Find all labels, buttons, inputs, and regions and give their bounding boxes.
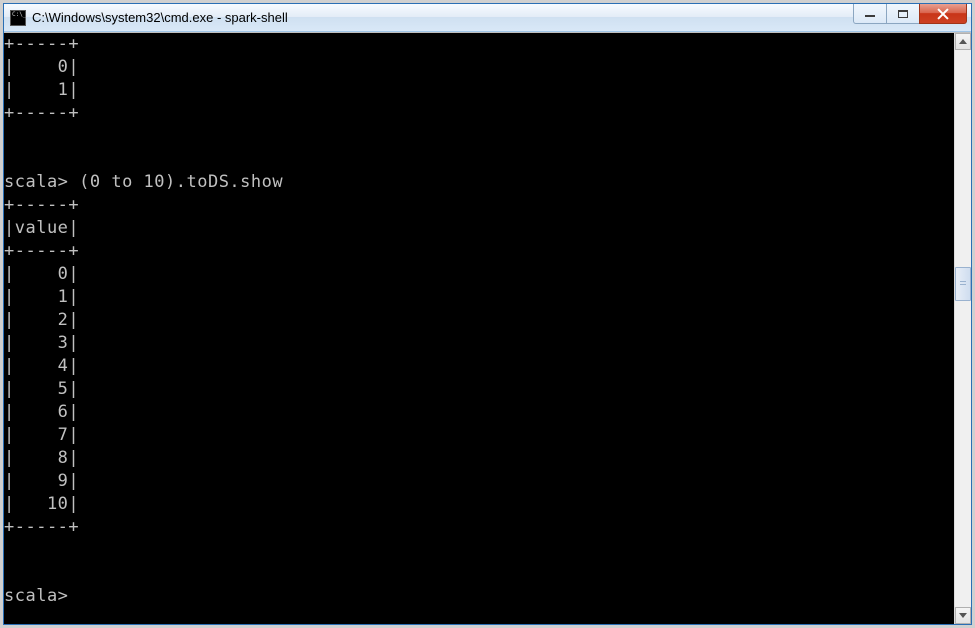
titlebar[interactable]: C:\Windows\system32\cmd.exe - spark-shel… bbox=[4, 4, 971, 32]
minimize-icon bbox=[865, 15, 875, 17]
chevron-down-icon bbox=[959, 613, 967, 618]
chevron-up-icon bbox=[959, 39, 967, 44]
scroll-track[interactable] bbox=[955, 50, 971, 607]
cmd-icon bbox=[10, 10, 26, 26]
scroll-down-button[interactable] bbox=[955, 607, 971, 624]
close-icon bbox=[937, 8, 949, 20]
terminal-output[interactable]: +-----+ | 0| | 1| +-----+ scala> (0 to 1… bbox=[4, 33, 954, 624]
maximize-icon bbox=[898, 10, 908, 18]
window-controls bbox=[854, 4, 971, 31]
titlebar-text: C:\Windows\system32\cmd.exe - spark-shel… bbox=[32, 10, 854, 25]
scroll-up-button[interactable] bbox=[955, 33, 971, 50]
minimize-button[interactable] bbox=[853, 4, 887, 24]
scroll-thumb[interactable] bbox=[955, 267, 971, 301]
scrollbar[interactable] bbox=[954, 33, 971, 624]
cmd-window: C:\Windows\system32\cmd.exe - spark-shel… bbox=[3, 3, 972, 625]
content-area: +-----+ | 0| | 1| +-----+ scala> (0 to 1… bbox=[4, 32, 971, 624]
close-button[interactable] bbox=[919, 4, 967, 24]
maximize-button[interactable] bbox=[886, 4, 920, 24]
